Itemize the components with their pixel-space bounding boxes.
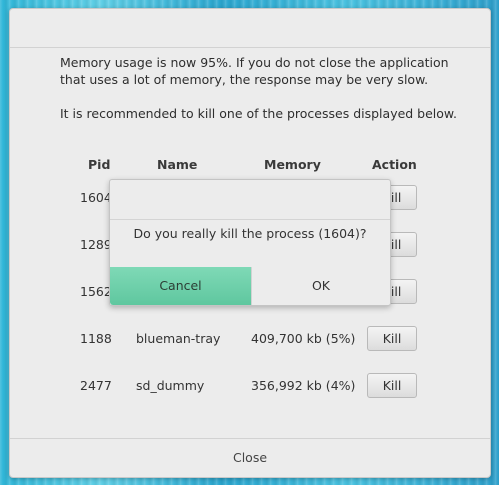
ok-button[interactable]: OK: [251, 267, 390, 305]
window-titlebar[interactable]: [10, 9, 490, 48]
warning-message: Memory usage is now 95%. If you do not c…: [60, 55, 449, 87]
row-pid: 2477: [80, 378, 112, 393]
column-header-action: Action: [372, 157, 417, 172]
row-pid: 1562: [80, 284, 112, 299]
row-memory: 409,700 kb (5%): [251, 331, 356, 346]
dialog-titlebar[interactable]: [110, 180, 390, 220]
dialog-message: Do you really kill the process (1604)?: [133, 226, 367, 241]
kill-button[interactable]: Kill: [367, 326, 417, 351]
kill-button[interactable]: Kill: [367, 373, 417, 398]
window-footer: Close: [10, 438, 490, 478]
cancel-button[interactable]: Cancel: [110, 267, 251, 305]
row-name: sd_dummy: [136, 378, 205, 393]
column-header-pid: Pid: [88, 157, 111, 172]
row-name: blueman-tray: [136, 331, 221, 346]
column-header-name: Name: [157, 157, 198, 172]
confirm-kill-dialog: Do you really kill the process (1604)? C…: [109, 179, 391, 306]
row-memory: 356,992 kb (4%): [251, 378, 356, 393]
row-pid: 1604: [80, 190, 112, 205]
row-pid: 1188: [80, 331, 112, 346]
close-button[interactable]: Close: [10, 439, 490, 478]
column-header-memory: Memory: [264, 157, 321, 172]
recommendation-message: It is recommended to kill one of the pro…: [60, 106, 457, 121]
row-pid: 1289: [80, 237, 112, 252]
